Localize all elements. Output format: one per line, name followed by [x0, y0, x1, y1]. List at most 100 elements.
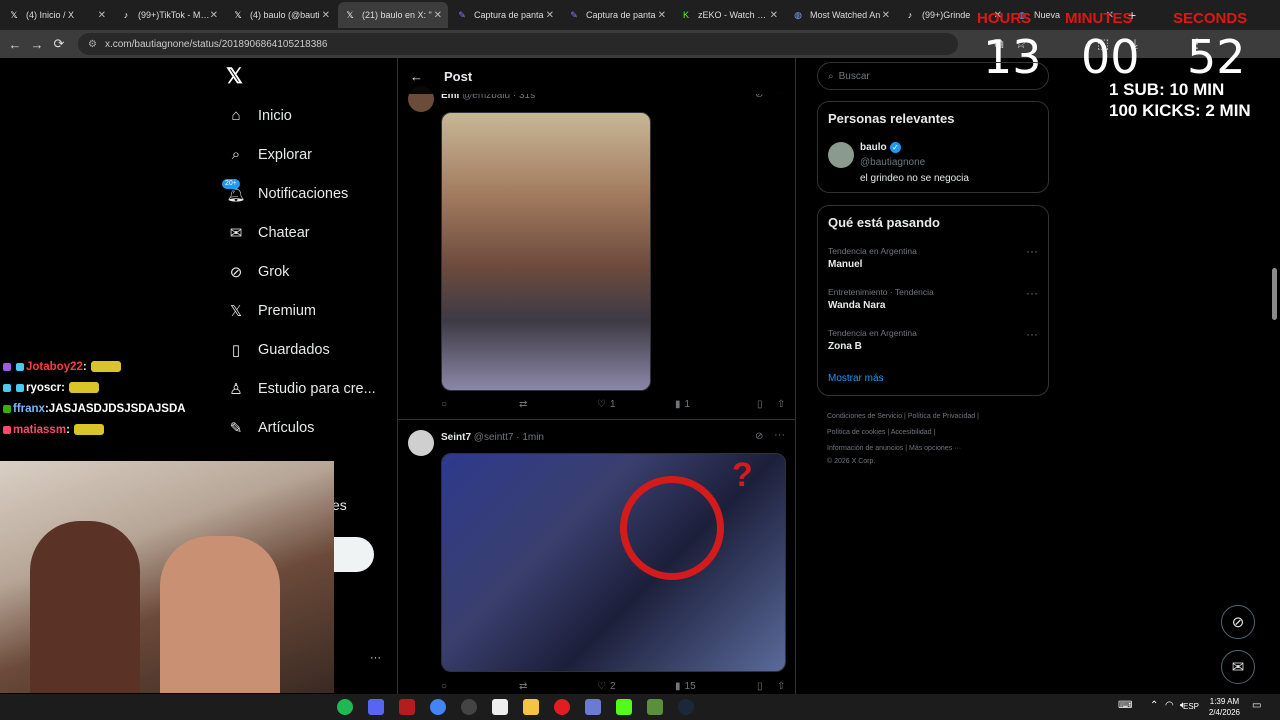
tweet-author-handle[interactable]: @seintt7 [474, 432, 514, 443]
back-arrow-icon[interactable]: ← [410, 69, 423, 84]
opera-icon[interactable] [554, 699, 570, 715]
views-icon[interactable]: ▮ 1 [675, 399, 757, 410]
share-icon[interactable]: ⇧ [777, 399, 785, 410]
reply-icon[interactable]: ○ [441, 681, 519, 692]
share-icon[interactable]: ⇧ [777, 681, 785, 692]
footer-link[interactable]: Información de anuncios [827, 445, 903, 452]
views-icon[interactable]: ▮ 15 [675, 681, 757, 692]
bookmark-icon[interactable]: ▯ [757, 681, 777, 692]
footer-link[interactable]: Política de Privacidad [908, 413, 975, 420]
relevant-user-handle[interactable]: @bautiagnone [860, 157, 925, 168]
tray-chevron-icon[interactable]: ⌃ [1150, 700, 1158, 711]
account-more-icon[interactable]: ··· [370, 652, 381, 664]
tweet[interactable]: Emi @emzbalu · 31s ⊘ ··· ○ ⇄ ♡ 1 ▮ 1 ▯ ⇧ [398, 86, 795, 420]
avatar[interactable] [408, 430, 434, 456]
footer-link[interactable]: Condiciones de Servicio [827, 413, 902, 420]
search-input[interactable]: ⌕ Buscar [817, 62, 1049, 90]
tab-close-icon[interactable]: ✕ [658, 10, 666, 21]
wifi-icon[interactable]: ◠ [1165, 700, 1174, 711]
voicemeeter-icon[interactable] [399, 699, 415, 715]
bookmark-icon[interactable]: ▯ [757, 399, 777, 410]
red-circle-annotation [620, 476, 724, 580]
trend-more-icon[interactable]: ··· [1026, 327, 1038, 341]
trend-more-icon[interactable]: ··· [1026, 286, 1038, 300]
browser-tab[interactable]: ♪ (99+)TikTok - Mak ✕ [114, 2, 224, 28]
tweet[interactable]: Seint7 @seintt7 · 1min ⊘ ··· ? ○ ⇄ ♡ 2 ▮… [398, 422, 795, 694]
avatar[interactable] [828, 142, 854, 168]
discord-icon[interactable] [368, 699, 384, 715]
browser-tab[interactable]: KzEKO - Watch clip ✕ [674, 2, 784, 28]
search-icon: ⌕ [231, 146, 241, 163]
repost-icon[interactable]: ⇄ [519, 681, 597, 692]
grok-fab-icon[interactable]: ⊘ [1221, 605, 1255, 639]
browser-tab[interactable]: 𝕏 (21) baulo en X: " ✕ [338, 2, 448, 28]
obs-icon[interactable] [461, 699, 477, 715]
nav-item[interactable]: ⌕ Explorar [222, 135, 397, 174]
tweet-image[interactable] [441, 112, 651, 391]
site-info-icon[interactable]: ⚙ [88, 39, 97, 50]
language-indicator[interactable]: ESP [1183, 702, 1199, 711]
repost-icon[interactable]: ⇄ [519, 399, 597, 410]
page-scrollbar[interactable] [1272, 268, 1277, 320]
taskbar-clock[interactable]: 1:39 AM 2/4/2026 [1209, 696, 1240, 718]
nav-item[interactable]: ✎ Artículos [222, 408, 397, 447]
tweet-image[interactable]: ? [441, 453, 786, 672]
grok-icon[interactable]: ⊘ [755, 431, 763, 442]
back-icon[interactable]: ← [4, 37, 26, 52]
messages-fab-icon[interactable]: ✉ [1221, 650, 1255, 684]
nav-item[interactable]: ♙ Estudio para cre... [222, 369, 397, 408]
tab-close-icon[interactable]: ✕ [770, 10, 778, 21]
nav-item[interactable]: ⌂ Inicio [222, 96, 397, 135]
app-icon[interactable] [585, 699, 601, 715]
notification-icon[interactable]: ▭ [1252, 700, 1261, 711]
trend-name[interactable]: Zona B [828, 341, 862, 352]
x-logo-icon[interactable]: 𝕏 [226, 64, 243, 89]
keyboard-icon[interactable]: ⌨ [1118, 700, 1132, 711]
tab-close-icon[interactable]: ✕ [882, 10, 890, 21]
reload-icon[interactable]: ⟳ [48, 36, 70, 52]
reply-icon[interactable]: ○ [441, 399, 519, 410]
forward-icon[interactable]: → [26, 37, 48, 52]
browser-tab[interactable]: ✎ Captura de panta ✕ [450, 2, 560, 28]
like-icon[interactable]: ♡ 2 [597, 681, 675, 692]
emote-icon [73, 424, 104, 435]
browser-tab[interactable]: 𝕏 (4) Inicio / X ✕ [2, 2, 112, 28]
tweet-author-name[interactable]: Seint7 [441, 432, 471, 443]
like-icon[interactable]: ♡ 1 [597, 399, 675, 410]
minecraft-icon[interactable] [647, 699, 663, 715]
nav-item[interactable]: ⊘ Grok [222, 252, 397, 291]
browser-tab[interactable]: ✎ Captura de panta ✕ [562, 2, 672, 28]
tab-close-icon[interactable]: ✕ [322, 10, 330, 21]
footer-link[interactable]: Accesibilidad [891, 429, 932, 436]
tweet-time[interactable]: 1min [522, 432, 544, 443]
chrome-icon[interactable] [430, 699, 446, 715]
browser-tab[interactable]: 𝕏 (4) baulo (@bauti ✕ [226, 2, 336, 28]
trend-more-icon[interactable]: ··· [1026, 244, 1038, 258]
trend-name[interactable]: Wanda Nara [828, 300, 885, 311]
show-more-link[interactable]: Mostrar más [828, 373, 884, 384]
mail-icon: ✉ [229, 224, 243, 242]
tab-close-icon[interactable]: ✕ [210, 10, 218, 21]
trend-name[interactable]: Manuel [828, 259, 862, 270]
chat-message: ryoscr : [0, 377, 220, 398]
spotify-icon[interactable] [337, 699, 353, 715]
relevant-user-name[interactable]: baulo [860, 142, 887, 153]
tab-close-icon[interactable]: ✕ [98, 10, 106, 21]
tweet-more-icon[interactable]: ··· [774, 429, 785, 441]
post-button[interactable] [333, 537, 374, 572]
tab-close-icon[interactable]: ✕ [434, 10, 442, 21]
nav-item[interactable]: 𝕏 Premium [222, 291, 397, 330]
footer-link[interactable]: Más opciones ··· [909, 445, 961, 452]
url-field[interactable]: ⚙ x.com/bautiagnone/status/2018906864105… [78, 33, 958, 55]
footer-link[interactable]: Política de cookies [827, 429, 885, 436]
file-explorer-icon[interactable] [523, 699, 539, 715]
capcut-icon[interactable] [492, 699, 508, 715]
nav-item[interactable]: ✉ Chatear [222, 213, 397, 252]
tab-close-icon[interactable]: ✕ [546, 10, 554, 21]
browser-tab[interactable]: ◍ Most Watched An ✕ [786, 2, 896, 28]
nav-partial-label: es [332, 497, 347, 513]
nav-item[interactable]: 🔔︎ 20+ Notificaciones [222, 174, 397, 213]
kick-icon[interactable] [616, 699, 632, 715]
steam-icon[interactable] [678, 699, 694, 715]
nav-item[interactable]: ▯ Guardados [222, 330, 397, 369]
